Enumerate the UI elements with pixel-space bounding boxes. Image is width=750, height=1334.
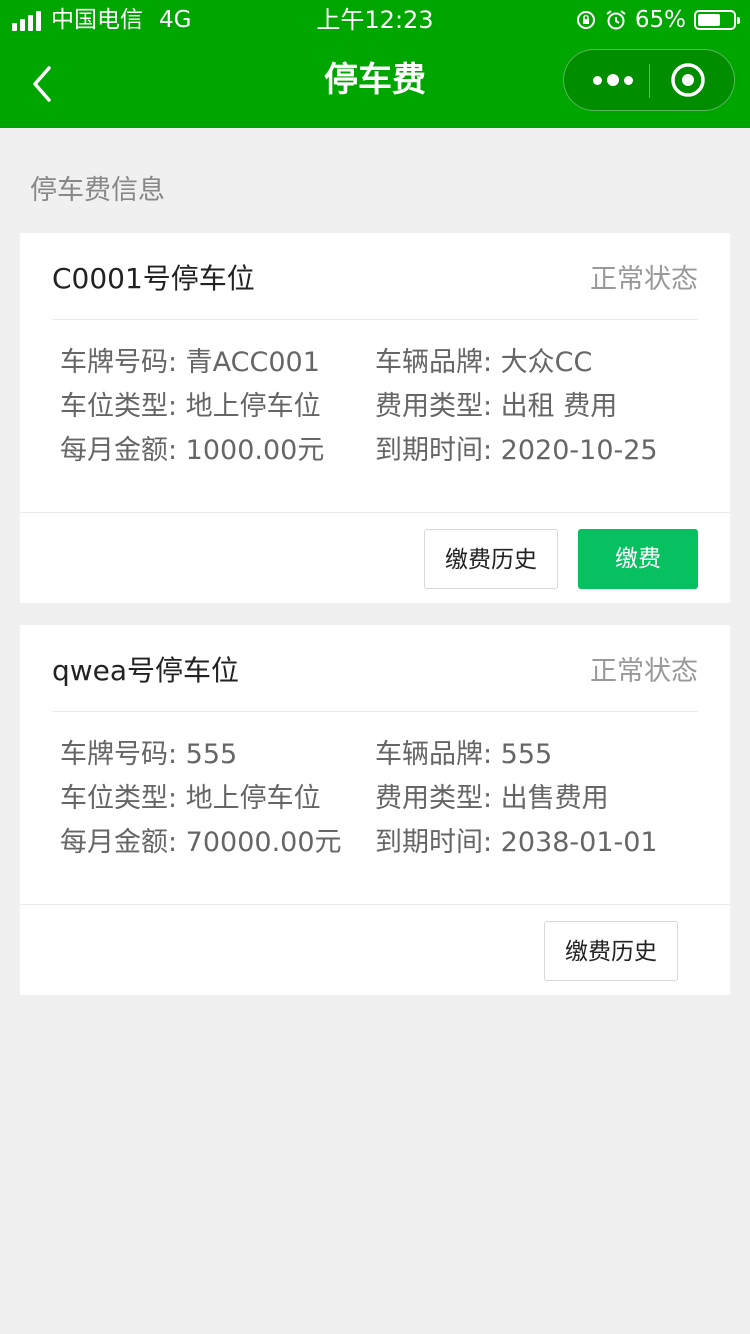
card-actions: 缴费历史 <box>20 904 730 996</box>
status-bar: 中国电信 4G 上午12:23 65% <box>0 0 750 40</box>
card-actions: 缴费历史 缴费 <box>20 512 730 604</box>
parking-info: 车牌号码: 青ACC001 车辆品牌: 大众CC 车位类型: 地上停车位 费用类… <box>60 341 700 473</box>
status-badge: 正常状态 <box>590 264 698 295</box>
battery-icon <box>694 10 740 30</box>
plate-number: 车牌号码: 青ACC001 <box>60 347 320 378</box>
more-dots-icon[interactable] <box>580 50 646 110</box>
info-row: 每月金额: 70000.00元 到期时间: 2038-01-01 <box>60 821 700 865</box>
monthly-amount: 每月金额: 70000.00元 <box>60 827 342 858</box>
capsule-divider <box>649 64 650 98</box>
parking-info: 车牌号码: 555 车辆品牌: 555 车位类型: 地上停车位 费用类型: 出售… <box>60 733 700 865</box>
monthly-amount: 每月金额: 1000.00元 <box>60 435 325 466</box>
info-row: 车位类型: 地上停车位 费用类型: 出售费用 <box>60 777 700 821</box>
car-brand: 车辆品牌: 大众CC <box>375 347 593 378</box>
section-title: 停车费信息 <box>30 175 165 206</box>
parking-space-title: qwea号停车位 <box>52 654 240 687</box>
info-row: 车位类型: 地上停车位 费用类型: 出租 费用 <box>60 385 700 429</box>
fee-type: 费用类型: 出售费用 <box>375 783 609 814</box>
status-badge: 正常状态 <box>590 656 698 687</box>
top-bar: 中国电信 4G 上午12:23 65% 停车费 <box>0 0 750 128</box>
space-type: 车位类型: 地上停车位 <box>60 391 321 422</box>
parking-card: qwea号停车位 正常状态 车牌号码: 555 车辆品牌: 555 车位类型: … <box>20 625 730 995</box>
pay-button[interactable]: 缴费 <box>578 529 698 589</box>
card-header: C0001号停车位 正常状态 <box>52 233 698 320</box>
nav-bar: 停车费 <box>0 40 750 128</box>
alarm-icon <box>606 10 626 30</box>
expiry-date: 到期时间: 2020-10-25 <box>375 435 658 466</box>
fee-type: 费用类型: 出租 费用 <box>375 391 618 422</box>
info-row: 车牌号码: 555 车辆品牌: 555 <box>60 733 700 777</box>
info-row: 每月金额: 1000.00元 到期时间: 2020-10-25 <box>60 429 700 473</box>
payment-history-button[interactable]: 缴费历史 <box>544 921 678 981</box>
info-row: 车牌号码: 青ACC001 车辆品牌: 大众CC <box>60 341 700 385</box>
target-circle-icon[interactable] <box>668 60 708 100</box>
parking-card: C0001号停车位 正常状态 车牌号码: 青ACC001 车辆品牌: 大众CC … <box>20 233 730 603</box>
plate-number: 车牌号码: 555 <box>60 739 238 770</box>
card-header: qwea号停车位 正常状态 <box>52 625 698 712</box>
parking-space-title: C0001号停车位 <box>52 262 255 295</box>
mini-program-capsule <box>563 49 735 111</box>
space-type: 车位类型: 地上停车位 <box>60 783 321 814</box>
payment-history-button[interactable]: 缴费历史 <box>424 529 558 589</box>
rotation-lock-icon <box>576 11 595 29</box>
car-brand: 车辆品牌: 555 <box>375 739 553 770</box>
expiry-date: 到期时间: 2038-01-01 <box>375 827 658 858</box>
battery-level <box>698 14 720 26</box>
battery-percent: 65% <box>634 7 686 33</box>
